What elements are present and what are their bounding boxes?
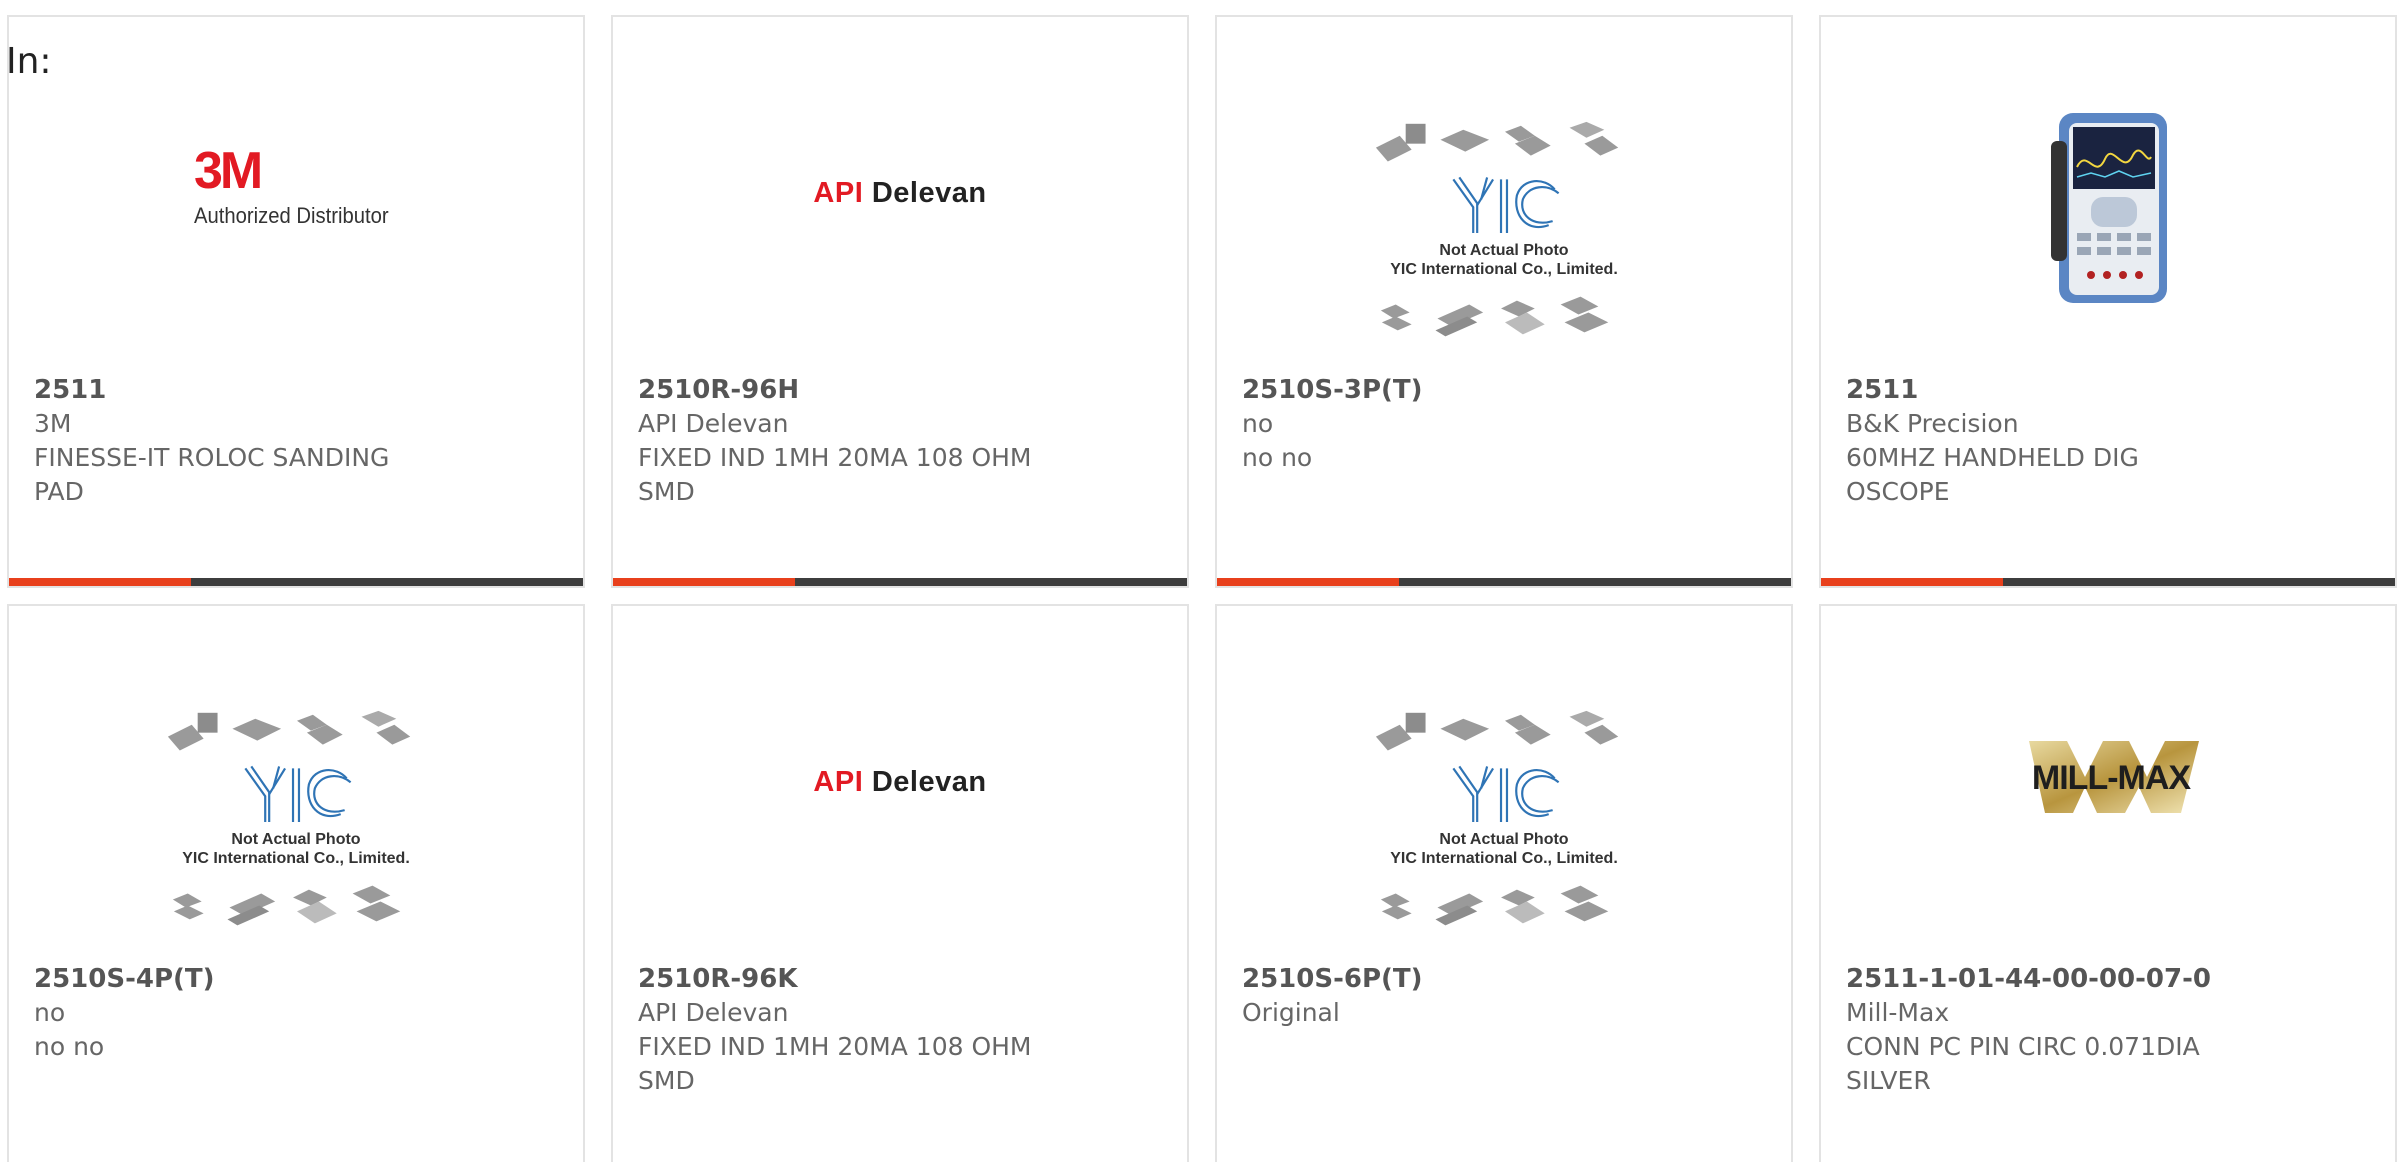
product-card[interactable]: MILL-MAX 2511-1-01-44-00-00-07-0 Mill-Ma… [1819, 604, 2397, 1162]
svg-text:MILL-MAX: MILL-MAX [2032, 759, 2192, 797]
part-number-link[interactable]: 2510S-4P(T) [34, 962, 434, 996]
description: CONN PC PIN CIRC 0.071DIA SILVER [1846, 1032, 2200, 1095]
product-info: 2510R-96H API Delevan FIXED IND 1MH 20MA… [638, 373, 1038, 509]
yic-caption-1: Not Actual Photo [231, 831, 361, 848]
oscilloscope-photo [2051, 113, 2167, 303]
product-image[interactable]: API Delevan [613, 606, 1187, 946]
yic-caption-1: Not Actual Photo [1439, 831, 1569, 848]
product-info: 2510R-96K API Delevan FIXED IND 1MH 20MA… [638, 962, 1038, 1098]
product-info: 2511 B&K Precision 60MHZ HANDHELD DIG OS… [1846, 373, 2246, 509]
description: no no [1242, 443, 1313, 472]
product-info: 2510S-6P(T) Original [1242, 962, 1642, 1030]
product-info: 2510S-3P(T) no no no [1242, 373, 1642, 475]
description: FIXED IND 1MH 20MA 108 OHM SMD [638, 443, 1032, 506]
manufacturer: API Delevan [638, 409, 789, 438]
product-card[interactable]: API Delevan 2510R-96H API Delevan FIXED … [611, 15, 1189, 588]
part-number-link[interactable]: 2510S-6P(T) [1242, 962, 1642, 996]
card-accent [1821, 578, 2003, 586]
product-image[interactable]: API Delevan [613, 17, 1187, 357]
product-image[interactable]: Not Actual Photo YIC International Co., … [1217, 17, 1791, 357]
manufacturer: no [1242, 409, 1274, 438]
product-card[interactable]: 3M Authorized Distributor 2511 3M FINESS… [7, 15, 585, 588]
description: no no [34, 1032, 105, 1061]
yic-caption-2: YIC International Co., Limited. [182, 850, 410, 867]
card-bottom-bar [9, 578, 583, 586]
3m-logo: 3M Authorized Distributor [194, 142, 389, 228]
manufacturer: Mill-Max [1846, 998, 1950, 1027]
part-number-link[interactable]: 2510R-96K [638, 962, 1038, 996]
manufacturer: Original [1242, 998, 1340, 1027]
part-number-link[interactable]: 2511 [1846, 373, 2246, 407]
product-image[interactable] [1821, 17, 2395, 357]
product-card[interactable]: Not Actual Photo YIC International Co., … [1215, 15, 1793, 588]
part-number-link[interactable]: 2511-1-01-44-00-00-07-0 [1846, 962, 2246, 996]
product-info: 2511 3M FINESSE-IT ROLOC SANDING PAD [34, 373, 434, 509]
description: FIXED IND 1MH 20MA 108 OHM SMD [638, 1032, 1032, 1095]
yic-caption-1: Not Actual Photo [1439, 242, 1569, 259]
product-card[interactable]: API Delevan 2510R-96K API Delevan FIXED … [611, 604, 1189, 1162]
description: 60MHZ HANDHELD DIG OSCOPE [1846, 443, 2139, 506]
card-bottom-bar [613, 578, 1187, 586]
part-number-link[interactable]: 2510R-96H [638, 373, 1038, 407]
product-card[interactable]: Not Actual Photo YIC International Co., … [1215, 604, 1793, 1162]
manufacturer: B&K Precision [1846, 409, 2019, 438]
yic-placeholder-image [1375, 710, 1619, 926]
product-card[interactable]: 2511 B&K Precision 60MHZ HANDHELD DIG OS… [1819, 15, 2397, 588]
product-grid-page: In: 3M Authorized Distributor 2511 3M FI… [0, 0, 2400, 1162]
api-delevan-logo: API Delevan [813, 766, 987, 798]
yic-caption-2: YIC International Co., Limited. [1390, 850, 1618, 867]
manufacturer: 3M [34, 409, 72, 438]
card-accent [1217, 578, 1399, 586]
card-bottom-bar [1217, 578, 1791, 586]
api-delevan-logo: API Delevan [813, 177, 987, 209]
yic-placeholder-image [1375, 121, 1619, 337]
card-accent [9, 578, 191, 586]
in-label: In: [6, 41, 52, 82]
product-info: 2510S-4P(T) no no no [34, 962, 434, 1064]
product-card[interactable]: Not Actual Photo YIC International Co., … [7, 604, 585, 1162]
yic-placeholder-image [167, 710, 411, 926]
manufacturer: API Delevan [638, 998, 789, 1027]
product-image[interactable]: MILL-MAX [1821, 606, 2395, 946]
product-info: 2511-1-01-44-00-00-07-0 Mill-Max CONN PC… [1846, 962, 2246, 1098]
product-image[interactable]: 3M Authorized Distributor [9, 17, 583, 357]
part-number-link[interactable]: 2510S-3P(T) [1242, 373, 1642, 407]
card-bottom-bar [1821, 578, 2395, 586]
yic-caption-2: YIC International Co., Limited. [1390, 261, 1618, 278]
product-image[interactable]: Not Actual Photo YIC International Co., … [9, 606, 583, 946]
part-number-link[interactable]: 2511 [34, 373, 434, 407]
card-accent [613, 578, 795, 586]
product-image[interactable]: Not Actual Photo YIC International Co., … [1217, 606, 1791, 946]
manufacturer: no [34, 998, 66, 1027]
description: FINESSE-IT ROLOC SANDING PAD [34, 443, 390, 506]
mill-max-logo: MILL-MAX [2029, 741, 2199, 813]
